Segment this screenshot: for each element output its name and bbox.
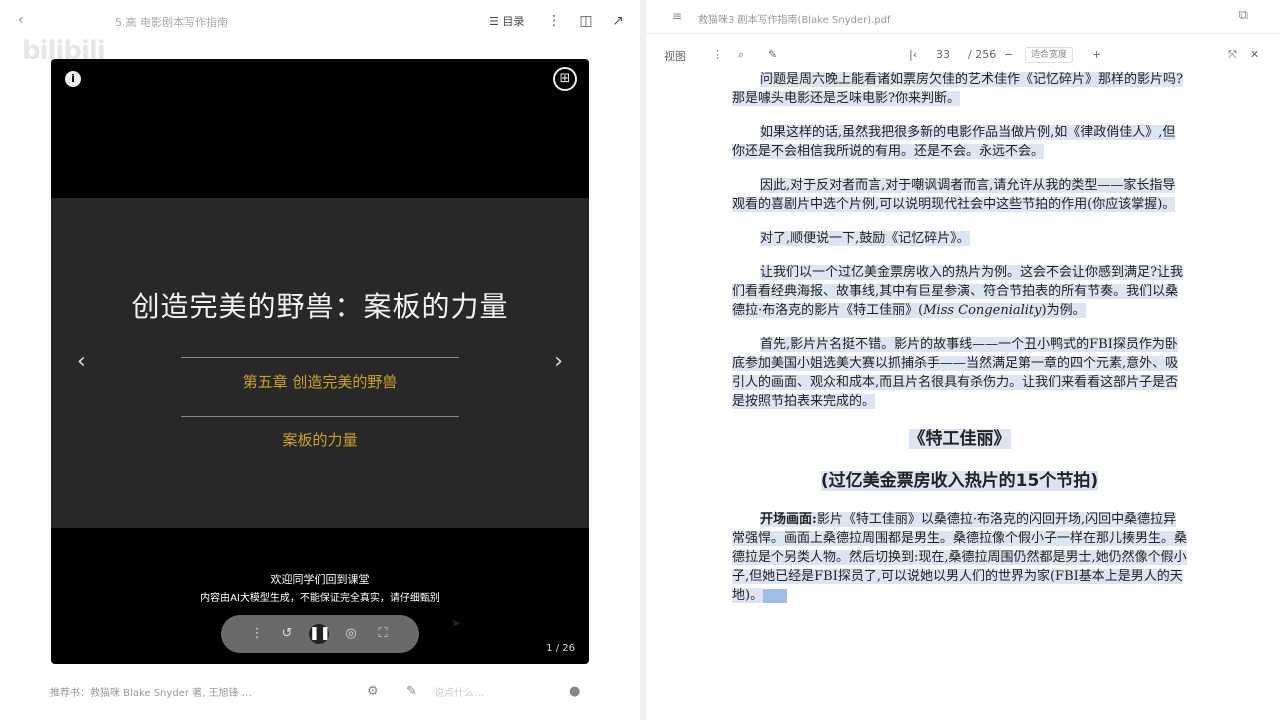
paragraph: 首先,影片片名挺不错。影片的故事线——一个丑小鸭式的FBI探员作为卧底参加美国小… bbox=[732, 337, 1179, 409]
video-pane: ‹ 5.高 电影剧本写作指南 ☰ 目录 ⋮ ◫ ↗ bilibili i ⊞ 创… bbox=[0, 0, 640, 720]
catalog-label: 目录 bbox=[502, 15, 525, 28]
page-number[interactable]: 33 bbox=[936, 48, 950, 61]
paragraph: 开场画面:影片《特工佳丽》以桑德拉·布洛克的闪回开场,闪回中桑德拉异常强悍。画面… bbox=[732, 512, 1188, 603]
page-total: / 256 bbox=[968, 48, 997, 61]
send-icon[interactable]: ● bbox=[569, 684, 580, 699]
info-icon[interactable]: i bbox=[65, 71, 81, 87]
pdf-page-content: 问题是周六晚上能看诸如票房欠佳的艺术佳作《记忆碎片》那样的影片吗?那是噱头电影还… bbox=[732, 70, 1188, 620]
fit-icon[interactable]: ⤧ bbox=[1228, 48, 1237, 62]
next-slide-icon[interactable]: › bbox=[554, 349, 563, 374]
paragraph: 对了,顺便说一下,鼓励《记忆碎片》。 bbox=[760, 231, 970, 246]
menu-icon[interactable]: ≡ bbox=[672, 9, 682, 23]
share-icon[interactable]: ↗ bbox=[608, 11, 628, 31]
comment-input[interactable]: 说点什么… bbox=[434, 684, 484, 699]
slide-subtitle-1: 第五章 创造完美的野兽 bbox=[242, 373, 398, 391]
zoom-in-icon[interactable]: + bbox=[1092, 48, 1101, 61]
slide-band bbox=[51, 198, 589, 528]
prev-slide-icon[interactable]: ‹ bbox=[77, 349, 86, 374]
subtitle-line-2: 内容由AI大模型生成，不能保证完全真实，请仔细甄别 bbox=[200, 593, 440, 604]
more-icon[interactable]: ⋮ bbox=[544, 11, 564, 31]
open-external-icon[interactable]: ⧉ bbox=[1239, 8, 1248, 23]
mouse-cursor-icon: ➤ bbox=[451, 616, 462, 630]
view-button[interactable]: 视图 bbox=[664, 48, 686, 64]
back-icon[interactable]: ‹ bbox=[18, 12, 24, 28]
section-title: 《特工佳丽》 bbox=[908, 429, 1011, 449]
section-subtitle: (过亿美金票房收入热片的15个节拍) bbox=[820, 471, 1099, 491]
search-icon[interactable]: ⌕ bbox=[738, 48, 744, 62]
paragraph: 让我们以一个过亿美金票房收入的热片为例。这会不会让你感到满足?让我们看看经典海报… bbox=[732, 265, 1183, 318]
video-title: 5.高 电影剧本写作指南 bbox=[115, 16, 228, 29]
settings-icon[interactable]: ⚙ bbox=[367, 684, 379, 699]
slide-subtitle-2: 案板的力量 bbox=[282, 431, 358, 449]
slide-page-indicator: 1 / 26 bbox=[546, 643, 575, 654]
close-icon[interactable]: ✕ bbox=[1250, 48, 1259, 61]
slide-title: 创造完美的野兽：案板的力量 bbox=[131, 290, 509, 323]
catalog-button[interactable]: ☰ 目录 bbox=[489, 13, 524, 29]
more-icon[interactable]: ⋮ bbox=[712, 48, 723, 61]
subtitle-line-1: 欢迎同学们回到课堂 bbox=[270, 573, 370, 586]
pdf-pane: ≡ 救猫咪3 剧本写作指南(Blake Snyder).pdf ⧉ 视图 ⋮ ⌕… bbox=[646, 0, 1280, 720]
zoom-select[interactable]: 适合宽度 bbox=[1025, 47, 1074, 63]
pause-icon[interactable]: ❚❚ bbox=[309, 624, 331, 644]
annotate-icon[interactable]: ✎ bbox=[768, 48, 777, 61]
pdf-toolbar: 视图 ⋮ ⌕ ✎ |‹ 33 / 256 − 适合宽度 + ⤧ ✕ bbox=[646, 40, 1280, 70]
paragraph: 因此,对于反对者而言,对于嘲讽调者而言,请允许从我的类型——家长指导观看的喜剧片… bbox=[732, 178, 1176, 212]
slide-divider bbox=[181, 357, 459, 358]
first-page-icon[interactable]: |‹ bbox=[909, 48, 917, 61]
fullscreen-icon[interactable]: ⛶ bbox=[373, 624, 393, 644]
slide-divider bbox=[181, 416, 459, 417]
player-controls: ⋮ ↺ ❚❚ ◎ ⛶ bbox=[221, 615, 419, 653]
recommend-text[interactable]: 推荐书：救猫咪 Blake Snyder 著, 王旭锋 … bbox=[50, 684, 252, 699]
menu-icon[interactable]: ⋮ bbox=[247, 624, 267, 644]
paragraph: 如果这样的话,虽然我把很多新的电影作品当做片例,如《律政俏佳人》,但你还是不会相… bbox=[732, 125, 1176, 159]
paragraph: 问题是周六晚上能看诸如票房欠佳的艺术佳作《记忆碎片》那样的影片吗?那是噱头电影还… bbox=[732, 72, 1183, 106]
pdf-tab-bar: ≡ 救猫咪3 剧本写作指南(Blake Snyder).pdf ⧉ bbox=[646, 0, 1280, 34]
zoom-out-icon[interactable]: − bbox=[1004, 48, 1013, 61]
note-icon[interactable]: ✎ bbox=[406, 684, 417, 699]
selection-handle[interactable] bbox=[763, 588, 788, 603]
pdf-path: 救猫咪3 剧本写作指南(Blake Snyder).pdf bbox=[698, 15, 891, 26]
rewind-icon[interactable]: ↺ bbox=[277, 624, 297, 644]
split-view-icon[interactable]: ◫ bbox=[576, 11, 596, 31]
subtitle-icon[interactable]: ◎ bbox=[341, 624, 361, 644]
video-player[interactable]: i ⊞ 创造完美的野兽：案板的力量 第五章 创造完美的野兽 案板的力量 ‹ › … bbox=[51, 59, 589, 664]
grid-icon[interactable]: ⊞ bbox=[553, 67, 577, 91]
